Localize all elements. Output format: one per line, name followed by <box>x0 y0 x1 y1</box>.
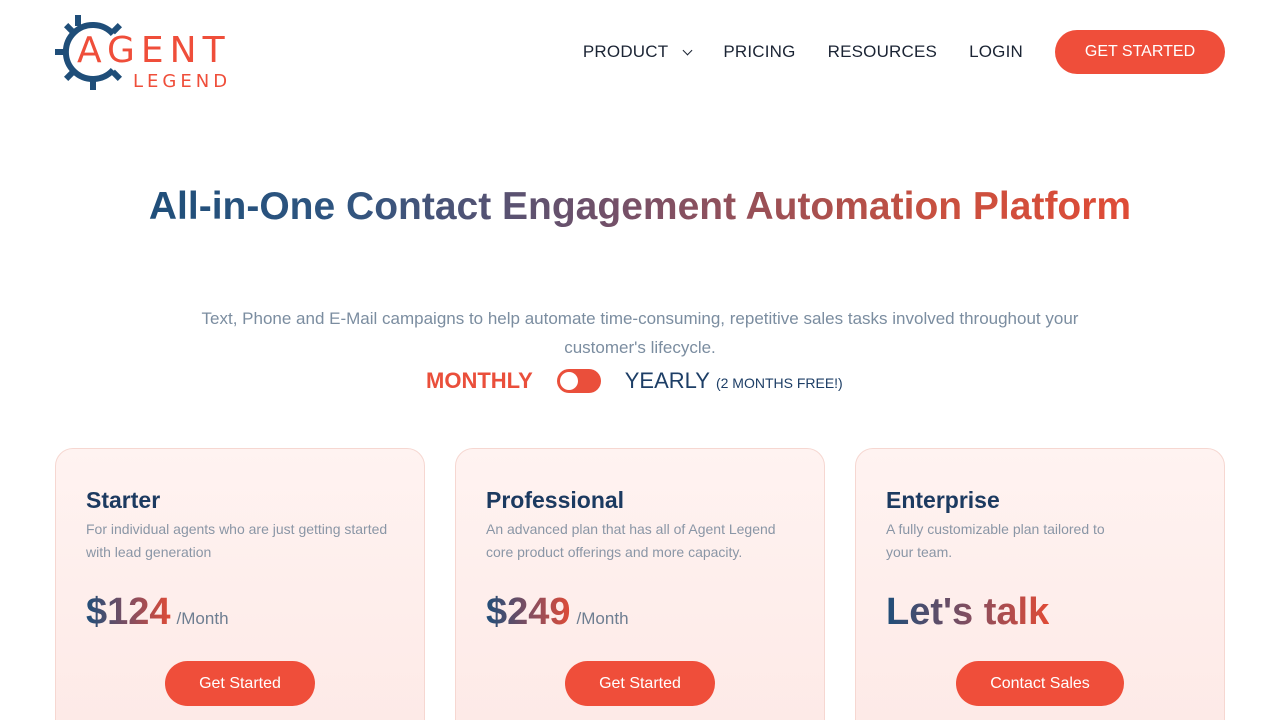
contact-sales-button[interactable]: Contact Sales <box>956 661 1124 706</box>
price-amount: $124 <box>86 591 171 633</box>
price-period: /Month <box>176 609 229 628</box>
billing-period-switch: MONTHLY YEARLY (2 MONTHS FREE!) <box>426 365 843 397</box>
plan-description: An advanced plan that has all of Agent L… <box>486 521 776 560</box>
logo-word-agent: AGENT <box>77 30 231 71</box>
nav-item-product[interactable]: PRODUCT <box>582 42 693 62</box>
yearly-discount-note: (2 MONTHS FREE!) <box>715 375 843 391</box>
starter-get-started-button[interactable]: Get Started <box>165 661 315 706</box>
logo-word-legend: LEGEND <box>133 71 231 92</box>
plan-description: For individual agents who are just getti… <box>86 521 388 560</box>
hero-subtitle: Text, Phone and E-Mail campaigns to help… <box>201 309 1079 357</box>
price-amount: Let's talk <box>886 591 1050 633</box>
monthly-label[interactable]: MONTHLY <box>426 368 533 394</box>
plan-name: Enterprise <box>886 487 1000 513</box>
plan-price: $249 /Month <box>486 591 629 634</box>
yearly-label[interactable]: YEARLY <box>625 368 710 394</box>
plan-name: Starter <box>86 487 161 513</box>
plan-card-professional: Professional An advanced plan that has a… <box>455 448 825 720</box>
nav-item-product-label: PRODUCT <box>582 42 669 61</box>
get-started-header-button[interactable]: GET STARTED <box>1055 30 1225 74</box>
plan-price: $124 /Month <box>86 591 229 634</box>
main-nav: PRODUCT PRICING RESOURCES LOGIN GET STAR… <box>583 30 1225 74</box>
chevron-down-icon <box>682 45 693 55</box>
toggle-knob <box>559 372 578 390</box>
plan-card-starter: Starter For individual agents who are ju… <box>55 448 425 720</box>
nav-item-resources[interactable]: RESOURCES <box>828 42 938 62</box>
agent-legend-logo[interactable]: AGENT LEGEND <box>55 14 265 92</box>
price-period: /Month <box>576 609 629 628</box>
nav-item-pricing[interactable]: PRICING <box>723 42 795 62</box>
professional-get-started-button[interactable]: Get Started <box>565 661 715 706</box>
plan-description: A fully customizable plan tailored to yo… <box>886 521 1105 560</box>
plan-card-enterprise: Enterprise A fully customizable plan tai… <box>855 448 1225 720</box>
price-amount: $249 <box>486 591 571 633</box>
plan-price: Let's talk <box>886 591 1049 634</box>
billing-toggle[interactable] <box>556 369 601 393</box>
hero-title: All-in-One Contact Engagement Automation… <box>140 183 1140 231</box>
plan-name: Professional <box>486 487 625 513</box>
site-header: AGENT LEGEND PRODUCT PRICING RESOURCES L… <box>0 0 1280 104</box>
nav-item-login[interactable]: LOGIN <box>969 42 1023 62</box>
